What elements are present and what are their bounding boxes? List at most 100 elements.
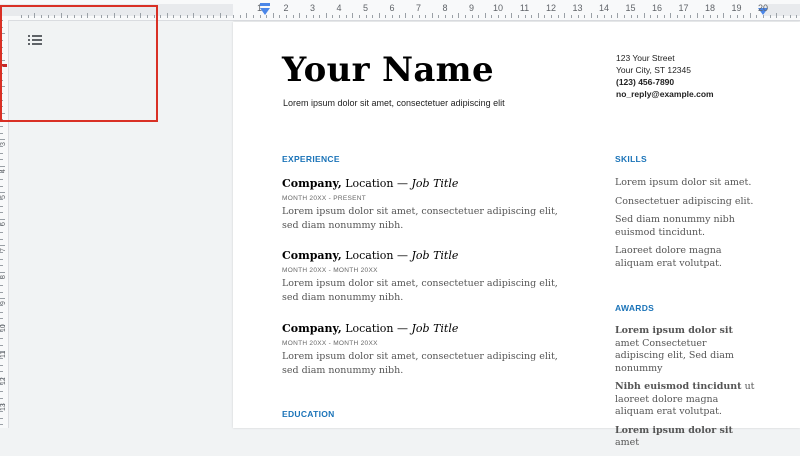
document-page[interactable]: Your Name Lorem ipsum dolor sit amet, co… — [233, 22, 800, 448]
ruler-tick — [213, 15, 215, 18]
contact-block[interactable]: 123 Your Street Your City, ST 12345 (123… — [616, 52, 714, 100]
contact-street: 123 Your Street — [616, 53, 675, 63]
ruler-tick — [0, 271, 5, 273]
ruler-number: 17 — [678, 3, 689, 13]
ruler-number: 5 — [362, 3, 369, 13]
ruler-tick — [736, 15, 738, 18]
ruler-tick — [398, 15, 400, 18]
ruler-tick — [325, 13, 327, 18]
ruler-number: 4 — [0, 168, 7, 173]
ruler-number: 18 — [704, 3, 716, 13]
ruler-tick — [630, 15, 632, 18]
job-company: Company, — [282, 249, 342, 262]
ruler-tick — [332, 15, 334, 18]
ruler-tick — [0, 179, 3, 180]
ruler-tick — [643, 13, 645, 18]
ruler-tick — [206, 15, 208, 18]
ruler-tick — [0, 391, 3, 392]
ruler-tick — [445, 15, 446, 18]
ruler-tick — [0, 218, 5, 220]
ruler-tick — [252, 15, 254, 18]
ruler-tick — [385, 15, 387, 18]
ruler-tick — [339, 15, 340, 18]
ruler-tick — [617, 13, 619, 18]
ruler-tick — [259, 15, 261, 18]
ruler-tick — [299, 13, 301, 18]
ruler-tick — [0, 364, 3, 366]
job-entry[interactable]: Company, Location — Job Title MONTH 20XX… — [282, 249, 572, 305]
experience-heading[interactable]: EXPERIENCE — [282, 154, 340, 164]
ruler-tick — [0, 245, 5, 247]
job-dates: MONTH 20XX - PRESENT — [282, 195, 367, 202]
resume-name[interactable]: Your Name — [282, 50, 494, 90]
ruler-tick — [411, 15, 413, 18]
ruler-tick — [286, 15, 287, 18]
ruler-tick — [498, 15, 499, 18]
ruler-tick — [451, 15, 453, 18]
ruler-number: 2 — [283, 3, 289, 13]
ruler-number: 20 — [757, 3, 769, 13]
ruler-tick — [776, 13, 778, 18]
ruler-tick — [676, 15, 678, 18]
education-heading[interactable]: EDUCATION — [282, 409, 335, 419]
ruler-tick — [637, 15, 639, 18]
ruler-tick — [484, 13, 486, 18]
skills-list[interactable]: Lorem ipsum dolor sit amet. Consectetuer… — [615, 177, 755, 276]
ruler-tick — [0, 145, 3, 147]
ruler-tick — [511, 13, 513, 18]
ruler-number: 7 — [0, 248, 7, 252]
job-title: Job Title — [411, 177, 459, 190]
job-description: Lorem ipsum dolor sit amet, consectetuer… — [282, 206, 558, 231]
ruler-number: 9 — [468, 3, 475, 13]
ruler-tick — [743, 15, 745, 18]
ruler-tick — [0, 165, 5, 167]
ruler-tick — [180, 15, 181, 18]
ruler-tick — [504, 15, 506, 18]
ruler-tick — [405, 13, 407, 18]
ruler-tick — [789, 15, 791, 18]
ruler-tick — [239, 15, 241, 18]
ruler-number: 7 — [415, 3, 422, 13]
ruler-tick — [570, 15, 572, 18]
ruler-number: 6 — [389, 3, 395, 13]
award-detail: amet — [615, 437, 640, 448]
job-title: Job Title — [411, 322, 459, 335]
ruler-number: 15 — [625, 3, 636, 13]
ruler-tick — [193, 13, 195, 18]
ruler-tick — [0, 198, 3, 200]
ruler-tick — [378, 13, 380, 18]
ruler-tick — [464, 15, 466, 18]
skills-heading[interactable]: SKILLS — [615, 154, 647, 164]
ruler-tick — [0, 238, 3, 240]
ruler-tick — [0, 338, 3, 339]
ruler-tick — [0, 205, 3, 207]
job-location: Location — — [341, 249, 412, 262]
ruler-tick — [0, 410, 3, 412]
award-item: Lorem ipsum dolor sit amet Consectetuer … — [615, 325, 755, 375]
job-location: Location — — [341, 177, 412, 190]
job-company: Company, — [282, 322, 342, 335]
job-entry[interactable]: Company, Location — Job Title MONTH 20XX… — [282, 177, 572, 233]
ruler-tick — [365, 15, 367, 18]
job-heading: Company, Location — Job Title — [282, 322, 572, 335]
ruler-tick — [657, 15, 658, 18]
job-description: Lorem ipsum dolor sit amet, consectetuer… — [282, 351, 558, 376]
contact-city: Your City, ST 12345 — [616, 65, 691, 75]
ruler-tick — [663, 15, 665, 18]
job-heading: Company, Location — Job Title — [282, 177, 572, 190]
ruler-tick — [670, 13, 672, 18]
ruler-tick — [458, 13, 460, 18]
skill-item: Lorem ipsum dolor sit amet. — [615, 177, 752, 188]
job-entry[interactable]: Company, Location — Job Title MONTH 20XX… — [282, 322, 572, 378]
resume-tagline[interactable]: Lorem ipsum dolor sit amet, consectetuer… — [283, 98, 505, 108]
awards-heading[interactable]: AWARDS — [615, 303, 654, 313]
awards-list[interactable]: Lorem ipsum dolor sit amet Consectetuer … — [615, 325, 755, 456]
ruler-tick — [590, 13, 592, 18]
ruler-tick — [418, 15, 420, 18]
ruler-tick — [0, 344, 3, 346]
ruler-tick — [623, 15, 625, 18]
ruler-tick — [796, 15, 798, 18]
ruler-tick — [372, 15, 374, 18]
ruler-number: 10 — [492, 3, 504, 13]
award-item: Nibh euismod tincidunt ut laoreet dolore… — [615, 381, 755, 419]
